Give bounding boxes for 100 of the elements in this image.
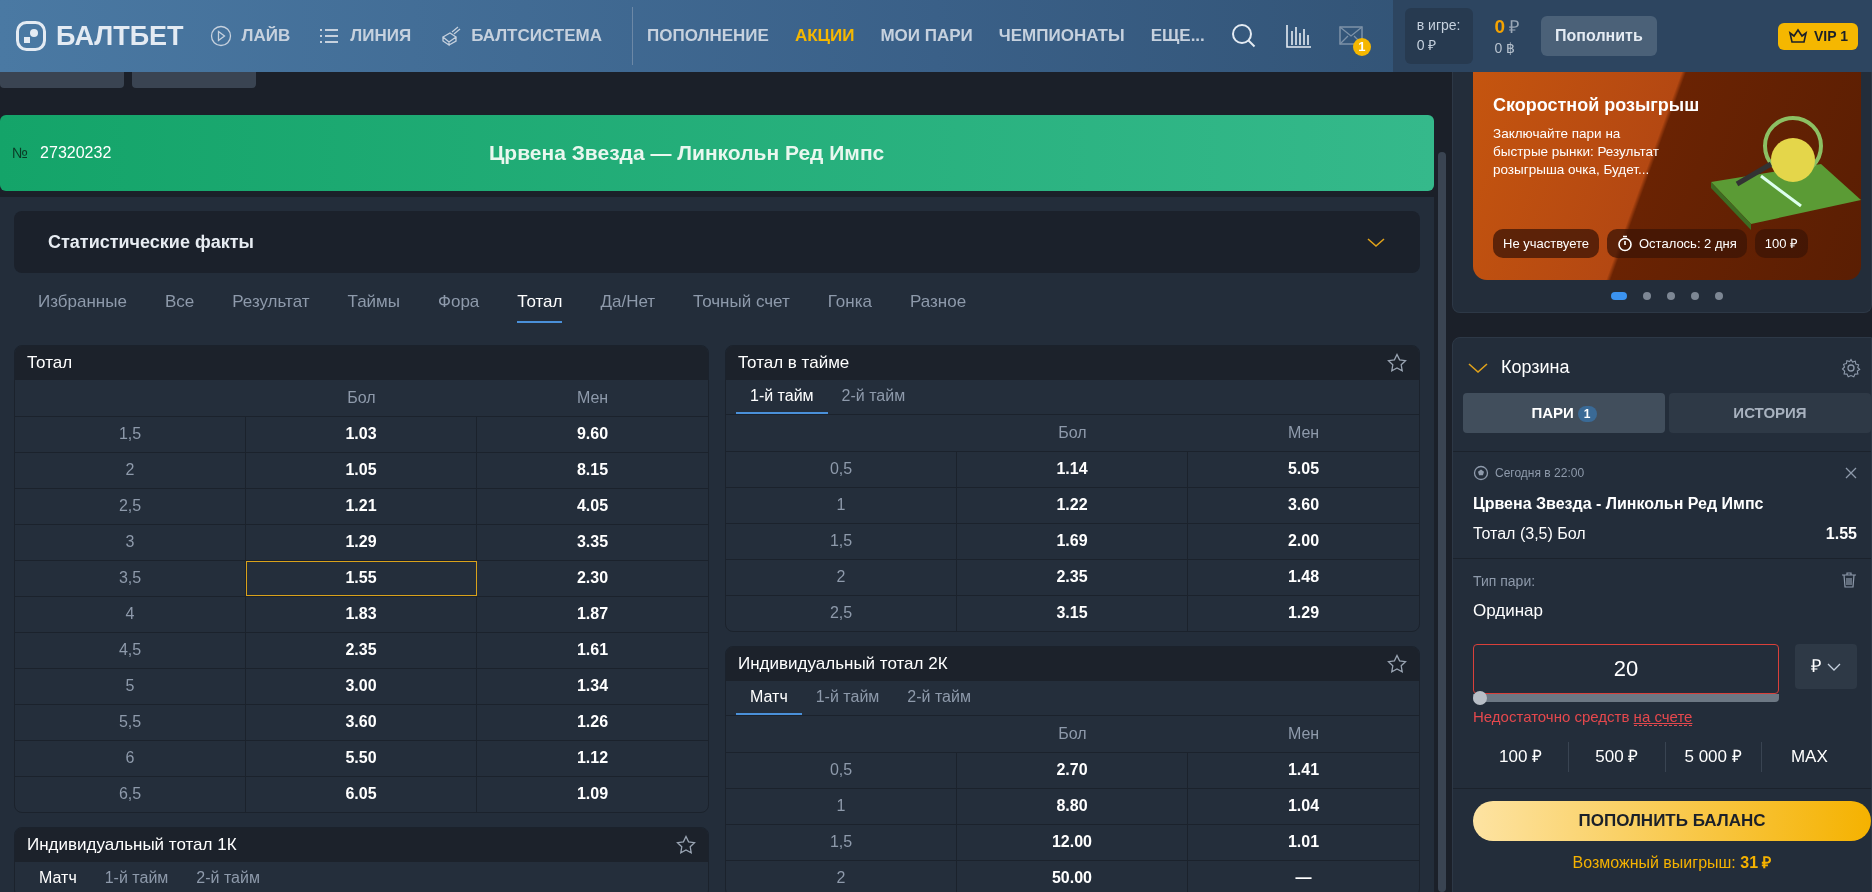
close-icon[interactable] bbox=[1845, 467, 1857, 479]
odds-cell[interactable]: 2.35 bbox=[246, 632, 477, 668]
odds-cell[interactable]: 12.00 bbox=[957, 824, 1188, 860]
odds-cell[interactable]: 1.01 bbox=[1188, 824, 1419, 860]
odds-cell[interactable]: 1.09 bbox=[477, 776, 708, 812]
market-tab[interactable]: Тотал bbox=[517, 283, 563, 323]
search-button[interactable] bbox=[1230, 23, 1257, 49]
odds-cell[interactable]: 2.35 bbox=[957, 559, 1188, 595]
period-tab[interactable]: Матч bbox=[25, 861, 91, 892]
logo-icon[interactable] bbox=[16, 21, 46, 51]
market-title: Тотал в тайме bbox=[738, 351, 850, 374]
odds-cell[interactable]: 1.55 bbox=[246, 560, 477, 596]
odds-cell[interactable]: 1.29 bbox=[246, 524, 477, 560]
quick-amount-button[interactable]: 5 000 ₽ bbox=[1665, 742, 1762, 772]
odds-cell[interactable]: 6.05 bbox=[246, 776, 477, 812]
statistics-button[interactable] bbox=[1284, 23, 1311, 49]
betslip-tab[interactable]: ИСТОРИЯ bbox=[1669, 393, 1871, 433]
period-tab[interactable]: 1-й тайм bbox=[736, 379, 828, 414]
odds-cell[interactable]: 1.69 bbox=[957, 523, 1188, 559]
odds-cell[interactable]: 3.35 bbox=[477, 524, 708, 560]
odds-cell[interactable]: 1.48 bbox=[1188, 559, 1419, 595]
odds-cell[interactable]: 1.34 bbox=[477, 668, 708, 704]
market-tab[interactable]: Да/Нет bbox=[600, 283, 656, 323]
odds-cell[interactable]: 1.12 bbox=[477, 740, 708, 776]
odds-cell[interactable]: 1.03 bbox=[246, 416, 477, 452]
total-line: 2 bbox=[836, 868, 846, 888]
market-tab[interactable]: Фора bbox=[438, 283, 480, 323]
search-icon bbox=[1230, 23, 1257, 49]
odds-cell[interactable]: 1.61 bbox=[477, 632, 708, 668]
odds-cell[interactable]: 1.22 bbox=[957, 487, 1188, 523]
odds-cell[interactable]: 9.60 bbox=[477, 416, 708, 452]
period-tab[interactable]: 2-й тайм bbox=[182, 861, 274, 892]
account-link[interactable]: на счете bbox=[1633, 707, 1693, 726]
betslip-tab[interactable]: ПАРИ 1 bbox=[1463, 393, 1665, 433]
odds-cell[interactable]: 1.83 bbox=[246, 596, 477, 632]
period-tab[interactable]: 1-й тайм bbox=[801, 680, 894, 715]
stats-panel[interactable]: Статистические факты bbox=[14, 211, 1420, 273]
odds-cell[interactable]: 1.29 bbox=[1188, 595, 1419, 631]
odds-cell[interactable]: 2.70 bbox=[957, 752, 1188, 788]
odds-cell[interactable]: 2.30 bbox=[477, 560, 708, 596]
odds-cell[interactable]: 3.15 bbox=[957, 595, 1188, 631]
star-icon[interactable] bbox=[1387, 352, 1407, 373]
menu-link[interactable]: ПОПОЛНЕНИЕ bbox=[647, 23, 769, 49]
carousel-dot[interactable] bbox=[1715, 292, 1723, 300]
quick-amount-button[interactable]: 100 ₽ bbox=[1473, 742, 1570, 772]
top-up-balance-button[interactable]: ПОПОЛНИТЬ БАЛАНС bbox=[1473, 801, 1871, 841]
event-title: Црвена Звезда — Линкольн Ред Импс bbox=[489, 140, 886, 167]
market-tab[interactable]: Гонка bbox=[827, 283, 872, 323]
star-icon[interactable] bbox=[676, 834, 696, 855]
odds-cell[interactable]: 1.04 bbox=[1188, 788, 1419, 824]
odds-cell[interactable]: 5.50 bbox=[246, 740, 477, 776]
market-tab[interactable]: Избранные bbox=[38, 283, 127, 323]
odds-cell[interactable]: 3.60 bbox=[246, 704, 477, 740]
nav-link[interactable]: БАЛТСИСТЕМА bbox=[439, 23, 603, 49]
vip-badge[interactable]: VIP 1 bbox=[1778, 22, 1858, 50]
star-icon[interactable] bbox=[1387, 653, 1407, 674]
odds-cell[interactable]: 1.14 bbox=[957, 451, 1188, 487]
quick-amount-button[interactable]: MAX bbox=[1761, 742, 1857, 772]
menu-link[interactable]: МОИ ПАРИ bbox=[880, 23, 973, 49]
market-tab[interactable]: Разное bbox=[909, 283, 967, 323]
scrollbar[interactable] bbox=[1438, 152, 1446, 892]
total-line: 2 bbox=[836, 567, 846, 587]
promo-card[interactable]: Скоростной розыгрыш Заключайте пари на быстрые рынки: Результат розыгрыша очка, Будет... Не участвуете Осталось: 2 дня 100 ₽ bbox=[1473, 72, 1861, 280]
carousel-dot[interactable] bbox=[1667, 292, 1675, 300]
period-tab[interactable]: Матч bbox=[736, 680, 802, 715]
menu-link[interactable]: ЕЩЕ... bbox=[1150, 23, 1205, 49]
chevron-icon[interactable] bbox=[1467, 361, 1489, 374]
odds-cell[interactable]: 8.15 bbox=[477, 452, 708, 488]
market-tab[interactable]: Результат bbox=[232, 283, 310, 323]
period-tab[interactable]: 2-й тайм bbox=[893, 680, 985, 715]
odds-cell[interactable]: 5.05 bbox=[1188, 451, 1419, 487]
menu-link[interactable]: ЧЕМПИОНАТЫ bbox=[998, 23, 1125, 49]
deposit-button[interactable]: Пополнить bbox=[1541, 16, 1657, 56]
odds-cell[interactable]: 2.00 bbox=[1188, 523, 1419, 559]
trash-icon[interactable] bbox=[1841, 571, 1857, 588]
carousel-dot[interactable] bbox=[1691, 292, 1699, 300]
odds-cell[interactable]: 1.41 bbox=[1188, 752, 1419, 788]
odds-cell[interactable]: 3.00 bbox=[246, 668, 477, 704]
odds-cell[interactable]: 1.05 bbox=[246, 452, 477, 488]
odds-cell[interactable]: 3.60 bbox=[1188, 487, 1419, 523]
logo-text[interactable]: БАЛТБЕТ bbox=[56, 15, 184, 57]
odds-cell[interactable]: 4.05 bbox=[477, 488, 708, 524]
total-line: 1,5 bbox=[118, 424, 142, 444]
period-tab[interactable]: 1-й тайм bbox=[90, 861, 183, 892]
odds-cell[interactable]: 50.00 bbox=[957, 860, 1188, 892]
stake-field[interactable]: 20 bbox=[1473, 643, 1779, 694]
quick-amount-button[interactable]: 500 ₽ bbox=[1569, 742, 1666, 772]
odds-cell[interactable]: 1.21 bbox=[246, 488, 477, 524]
market-tab[interactable]: Таймы bbox=[347, 283, 401, 323]
currency-dropdown[interactable]: ₽ bbox=[1795, 643, 1857, 689]
odds-cell[interactable]: — bbox=[1188, 860, 1419, 892]
carousel-dot[interactable] bbox=[1643, 292, 1651, 300]
stopwatch-icon bbox=[1617, 234, 1633, 252]
market-tab[interactable]: Точный счет bbox=[693, 283, 790, 323]
period-tab[interactable]: 2-й тайм bbox=[827, 379, 920, 414]
market-tab[interactable]: Все bbox=[164, 283, 195, 323]
odds-cell[interactable]: 8.80 bbox=[957, 788, 1188, 824]
odds-cell[interactable]: 1.26 bbox=[477, 704, 708, 740]
settings-icon[interactable] bbox=[1841, 357, 1861, 378]
odds-cell[interactable]: 1.87 bbox=[477, 596, 708, 632]
